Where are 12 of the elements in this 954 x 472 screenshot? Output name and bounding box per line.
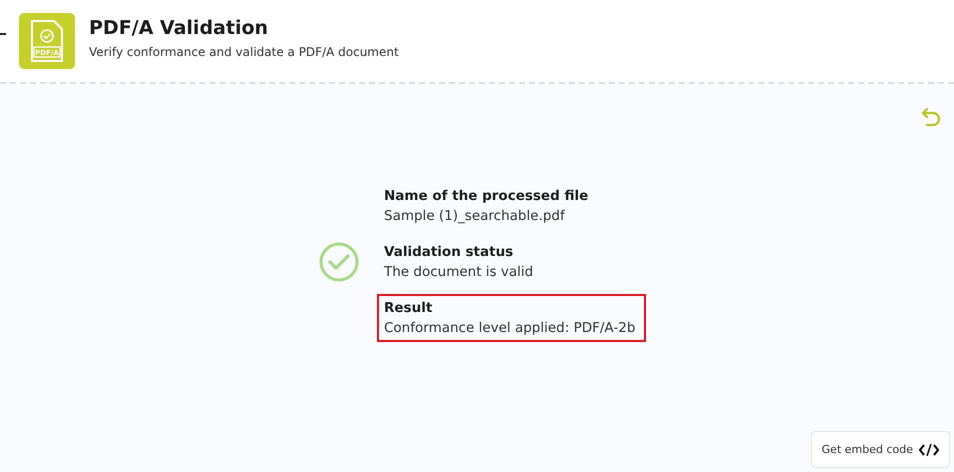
field-label: Result bbox=[384, 300, 434, 316]
embed-code-button[interactable]: Get embed code bbox=[810, 431, 950, 468]
field-value: Conformance level applied: PDF/A-2b bbox=[384, 320, 636, 336]
field-value: The document is valid bbox=[384, 264, 534, 280]
field-label: Name of the processed file bbox=[384, 188, 590, 204]
field-label: Validation status bbox=[384, 244, 514, 260]
dash-mark bbox=[0, 33, 6, 35]
code-icon bbox=[919, 444, 939, 456]
page-subtitle: Verify conformance and validate a PDF/A document bbox=[89, 45, 399, 59]
undo-icon[interactable] bbox=[920, 106, 942, 128]
field-value: Sample (1)_searchable.pdf bbox=[384, 208, 566, 224]
page-title: PDF/A Validation bbox=[89, 17, 270, 39]
